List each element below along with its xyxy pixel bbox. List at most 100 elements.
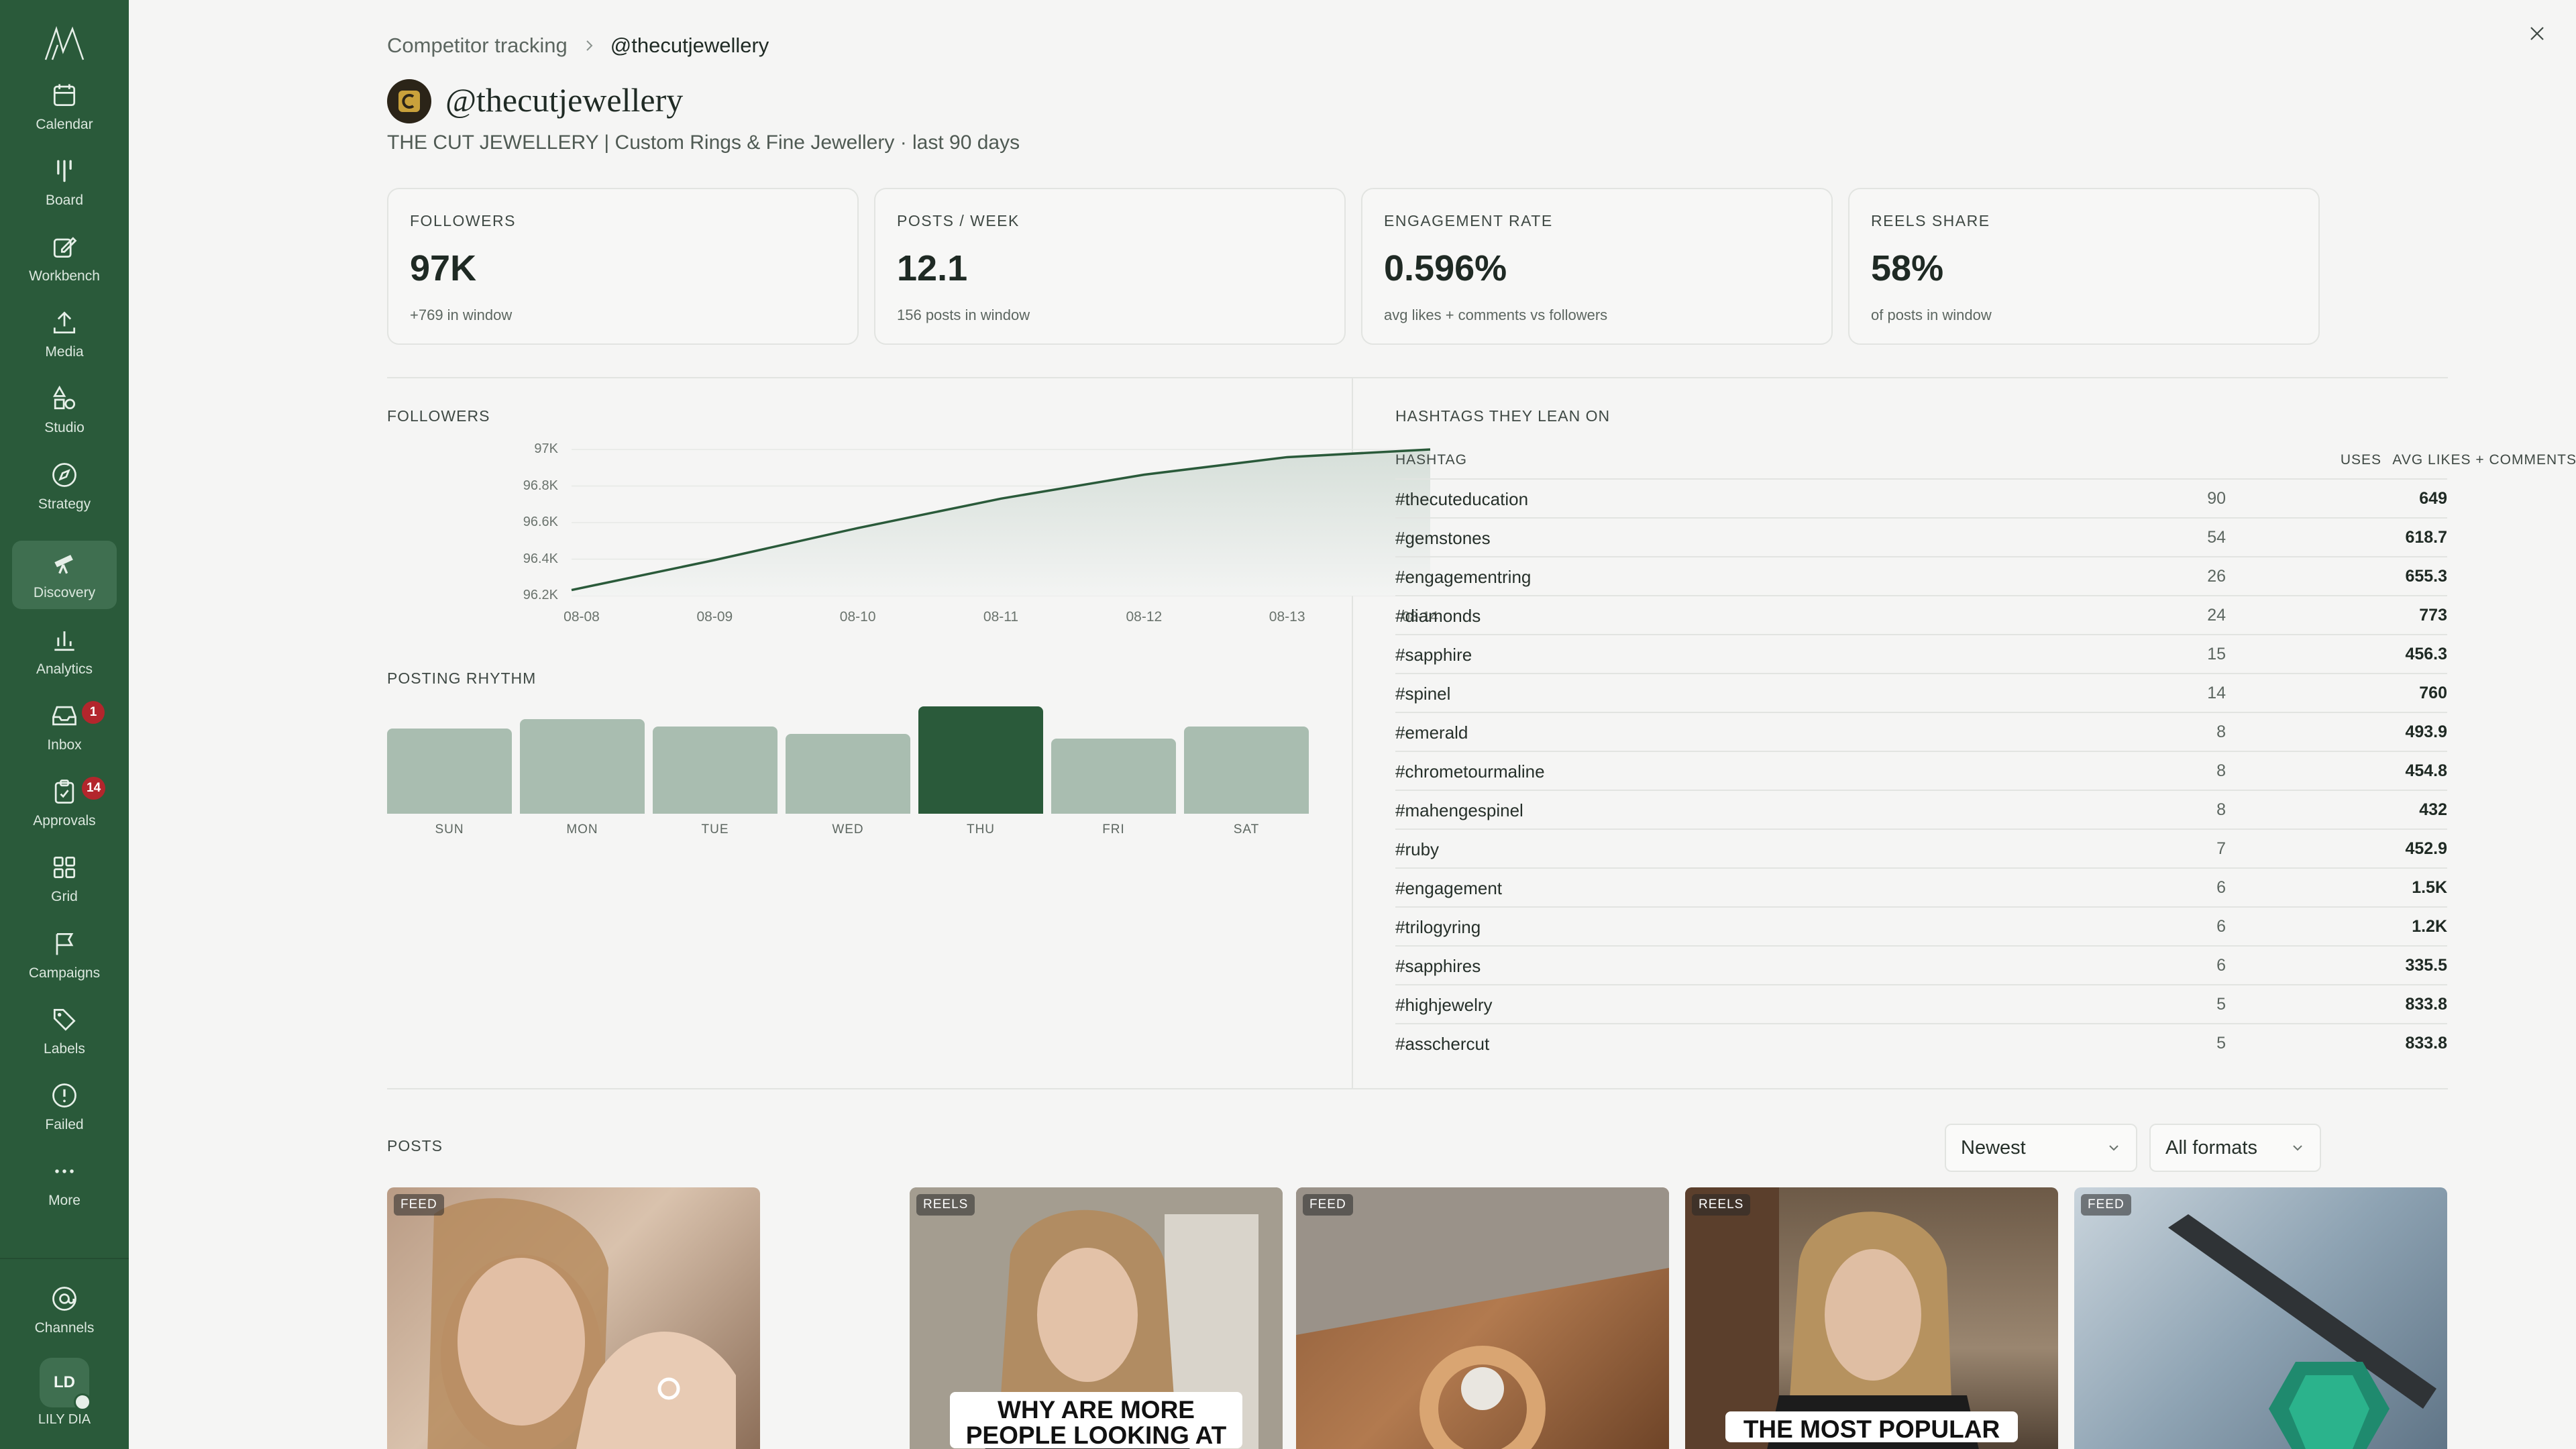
bar-day-label: SUN <box>435 822 464 837</box>
sidebar-item-label: Board <box>45 193 84 208</box>
avatar-status-icon <box>74 1393 91 1411</box>
bar-day-label: MON <box>566 822 598 837</box>
avg-column-header: AVG LIKES + COMMENTS <box>2392 452 2576 468</box>
table-row: #spinel 14 760 <box>1395 673 2447 712</box>
sidebar-item-approvals[interactable]: Approvals 14 <box>12 769 117 837</box>
sort-select[interactable]: Newest <box>1945 1124 2137 1172</box>
sidebar-item-label: Inbox <box>47 737 82 753</box>
main-panel: Competitor tracking @thecutjewellery @th… <box>129 0 2576 1449</box>
post-card[interactable]: REELS THE MOST POPULAR <box>1685 1187 2058 1449</box>
posting-rhythm-title: POSTING RHYTHM <box>387 669 537 687</box>
hashtag-name: #gemstones <box>1395 528 1491 548</box>
telescope-icon <box>54 555 73 574</box>
x-tick-label: 08-10 <box>839 609 876 625</box>
bar-day-label: TUE <box>701 822 729 837</box>
posting-bar-fri <box>1051 739 1176 814</box>
sidebar-item-label: Studio <box>44 420 85 435</box>
sidebar-item-labels[interactable]: Labels <box>12 997 117 1065</box>
sidebar-divider <box>0 1258 129 1259</box>
hashtag-name: #asschercut <box>1395 1034 1490 1054</box>
more-dots-icon <box>55 1169 74 1173</box>
hashtag-name: #ruby <box>1395 839 1440 859</box>
sidebar-item-inbox[interactable]: Inbox 1 <box>12 693 117 761</box>
sidebar-item-analytics[interactable]: Analytics <box>12 617 117 686</box>
hashtag-uses: 90 <box>2207 489 2226 508</box>
sidebar-item-label: Approvals <box>33 813 96 828</box>
sidebar-item-workbench[interactable]: Workbench <box>12 224 117 292</box>
hashtag-uses: 24 <box>2207 606 2226 625</box>
hashtag-avg-engagement: 618.7 <box>2405 528 2447 547</box>
hashtag-avg-engagement: 833.8 <box>2405 1034 2447 1053</box>
table-row: #trilogyring 6 1.2K <box>1395 906 2447 945</box>
posting-bar-thu <box>918 706 1043 814</box>
hashtag-avg-engagement: 1.5K <box>2412 878 2447 897</box>
brand-logo-icon <box>44 25 85 60</box>
inbox-icon <box>52 706 76 726</box>
hashtag-uses: 6 <box>2216 956 2226 975</box>
sidebar-item-label: Strategy <box>38 496 91 512</box>
hashtag-name: #engagementring <box>1395 567 1532 587</box>
hashtags-title: HASHTAGS THEY LEAN ON <box>1395 407 1611 425</box>
posting-bar-tue <box>653 726 777 814</box>
sidebar-item-strategy[interactable]: Strategy <box>12 452 117 521</box>
hashtag-uses: 5 <box>2216 995 2226 1014</box>
hashtag-avg-engagement: 649 <box>2419 489 2447 508</box>
table-row: #highjewelry 5 833.8 <box>1395 984 2447 1023</box>
post-card[interactable]: FEED <box>1296 1187 1669 1449</box>
post-card[interactable]: REELS WHY ARE MORE PEOPLE LOOKING AT <box>910 1187 1283 1449</box>
table-row: #diamonds 24 773 <box>1395 595 2447 634</box>
sidebar-item-failed[interactable]: Failed <box>12 1073 117 1141</box>
user-name: LILY DIA <box>38 1412 91 1427</box>
grid-icon <box>53 856 76 879</box>
hashtag-avg-engagement: 432 <box>2419 800 2447 819</box>
table-row: #engagement 6 1.5K <box>1395 867 2447 906</box>
section-divider <box>387 1088 2448 1089</box>
post-format-tag: REELS <box>916 1194 975 1216</box>
sidebar-item-channels[interactable]: Channels <box>12 1276 117 1344</box>
board-icon <box>57 160 72 182</box>
hashtag-name: #spinel <box>1395 684 1451 704</box>
post-caption: WHY ARE MORE PEOPLE LOOKING AT <box>950 1392 1242 1448</box>
hashtag-avg-engagement: 760 <box>2419 684 2447 702</box>
hashtag-name: #highjewelry <box>1395 995 1493 1015</box>
post-format-tag: FEED <box>1303 1194 1353 1216</box>
sidebar-item-grid[interactable]: Grid <box>12 845 117 913</box>
hashtag-uses: 5 <box>2216 1034 2226 1053</box>
post-card[interactable]: FEED <box>387 1187 760 1449</box>
y-tick-label: 96.8K <box>523 478 558 493</box>
hashtag-avg-engagement: 493.9 <box>2405 722 2447 741</box>
sidebar-item-label: Workbench <box>29 268 100 284</box>
format-select[interactable]: All formats <box>2149 1124 2321 1172</box>
hashtag-uses: 7 <box>2216 839 2226 858</box>
hashtag-avg-engagement: 335.5 <box>2405 956 2447 975</box>
y-tick-label: 96.6K <box>523 515 558 529</box>
brand-logo[interactable] <box>0 20 129 67</box>
posting-bar-mon <box>520 718 645 814</box>
clipboard-check-icon <box>54 780 74 804</box>
sidebar-item-discovery[interactable]: Discovery <box>12 541 117 609</box>
sidebar-item-campaigns[interactable]: Campaigns <box>12 921 117 989</box>
sidebar-item-board[interactable]: Board <box>12 148 117 217</box>
hashtag-name: #mahengespinel <box>1395 800 1523 820</box>
post-thumbnail-image <box>2168 1214 2436 1449</box>
hashtag-column-header: HASHTAG <box>1395 452 1467 468</box>
sidebar-item-label: Campaigns <box>28 965 101 981</box>
post-thumbnail-image <box>1685 1187 1979 1449</box>
sidebar-item-more[interactable]: More <box>12 1148 117 1217</box>
bar-chart-icon <box>54 631 74 651</box>
posting-bar-sun <box>387 729 512 814</box>
calendar-icon <box>53 84 76 107</box>
hashtag-uses: 14 <box>2207 684 2226 702</box>
sidebar-item-label: Failed <box>45 1117 84 1132</box>
post-card[interactable]: FEED <box>2074 1187 2447 1449</box>
tag-icon <box>53 1008 76 1031</box>
sidebar-item-label: Analytics <box>36 661 93 677</box>
at-sign-icon <box>52 1287 76 1311</box>
sidebar-item-label: Calendar <box>36 117 93 132</box>
sidebar-item-calendar[interactable]: Calendar <box>12 72 117 141</box>
hashtag-name: #emerald <box>1395 722 1468 743</box>
hashtag-avg-engagement: 1.2K <box>2412 917 2447 936</box>
sidebar-item-media[interactable]: Media <box>12 300 117 368</box>
sidebar-item-studio[interactable]: Studio <box>12 376 117 444</box>
sort-select-value: Newest <box>1961 1136 2026 1159</box>
